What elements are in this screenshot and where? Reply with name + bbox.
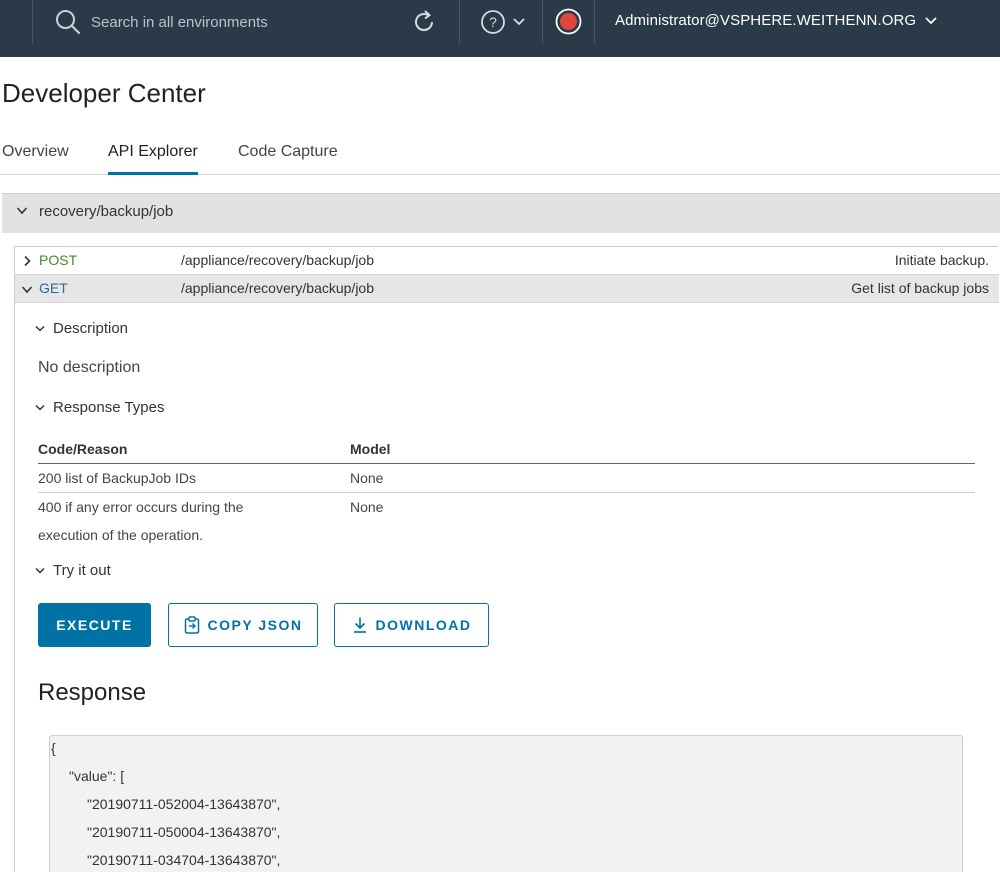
endpoint-path: /appliance/recovery/backup/job — [181, 280, 375, 296]
chevron-down-icon — [35, 404, 45, 411]
description-heading: Description — [53, 320, 129, 337]
search-input[interactable]: Search in all environments — [91, 14, 268, 31]
tab-code-capture[interactable]: Code Capture — [238, 143, 338, 175]
endpoint-path: /appliance/recovery/backup/job — [181, 252, 375, 268]
try-it-out-heading: Try it out — [53, 562, 111, 579]
chevron-down-icon — [925, 16, 937, 24]
json-line: { — [51, 740, 56, 756]
download-button[interactable]: DOWNLOAD — [334, 603, 489, 647]
top-bar: Search in all environments ? Administrat… — [0, 0, 1000, 57]
execute-label: EXECUTE — [56, 617, 133, 633]
global-search[interactable]: Search in all environments — [55, 9, 268, 35]
endpoint-description: Get list of backup jobs — [851, 280, 989, 296]
header-divider — [542, 0, 543, 44]
svg-text:?: ? — [489, 14, 497, 30]
chevron-down-icon — [513, 18, 525, 26]
code-reason: 400 if any error occurs during the execu… — [38, 492, 350, 549]
code-reason-line: 400 if any error occurs during the — [38, 498, 244, 515]
column-header: Code/Reason — [38, 435, 350, 464]
clipboard-icon — [184, 616, 199, 634]
endpoint-panel: POST /appliance/recovery/backup/job Init… — [14, 246, 999, 872]
api-section-header[interactable]: recovery/backup/job — [2, 193, 1000, 233]
model: None — [350, 463, 975, 493]
http-method: GET — [39, 280, 68, 296]
json-line: "20190711-050004-13643870", — [87, 824, 281, 840]
user-name: Administrator@VSPHERE.WEITHENN.ORG — [615, 12, 917, 29]
try-it-out-toggle[interactable]: Try it out — [35, 562, 111, 579]
help-menu[interactable]: ? — [480, 9, 526, 35]
json-line: "20190711-034704-13643870", — [87, 852, 281, 868]
copy-json-label: COPY JSON — [207, 617, 303, 633]
record-icon[interactable] — [555, 8, 582, 35]
endpoint-description: Initiate backup. — [894, 252, 989, 268]
download-label: DOWNLOAD — [375, 617, 472, 633]
table-row: 200 list of BackupJob IDs None — [38, 463, 975, 493]
response-types-heading: Response Types — [53, 399, 165, 416]
tab-bar: Overview API Explorer Code Capture — [0, 141, 1000, 175]
json-line: "value": [ — [69, 768, 125, 784]
section-label: recovery/backup/job — [39, 203, 174, 220]
refresh-icon[interactable] — [410, 8, 438, 36]
response-json[interactable]: { "value": [ "20190711-052004-13643870",… — [49, 735, 963, 872]
user-menu[interactable]: Administrator@VSPHERE.WEITHENN.ORG — [615, 12, 938, 29]
chevron-down-icon — [16, 207, 28, 215]
page-title: Developer Center — [2, 78, 206, 108]
response-title: Response — [38, 679, 147, 706]
header-divider — [459, 0, 460, 44]
chevron-down-icon — [35, 567, 45, 574]
tab-overview[interactable]: Overview — [2, 143, 69, 175]
http-method: POST — [39, 252, 78, 268]
response-types-table: Code/Reason Model 200 list of BackupJob … — [38, 435, 975, 549]
code-reason: 200 list of BackupJob IDs — [38, 463, 350, 493]
chevron-down-icon — [21, 286, 33, 294]
execute-button[interactable]: EXECUTE — [38, 603, 151, 647]
header-divider — [32, 0, 33, 44]
code-reason-line: execution of the operation. — [38, 526, 204, 543]
description-text: No description — [38, 359, 141, 376]
copy-json-button[interactable]: COPY JSON — [168, 603, 318, 647]
endpoint-row-post[interactable]: POST /appliance/recovery/backup/job Init… — [15, 247, 999, 275]
chevron-right-icon — [24, 255, 31, 267]
endpoint-row-get[interactable]: GET /appliance/recovery/backup/job Get l… — [15, 275, 999, 303]
json-line: "20190711-052004-13643870", — [87, 796, 281, 812]
header-divider — [594, 0, 595, 44]
table-row: 400 if any error occurs during the execu… — [38, 492, 975, 549]
response-types-toggle[interactable]: Response Types — [35, 399, 164, 416]
search-icon — [56, 10, 81, 35]
help-icon: ? — [481, 10, 505, 34]
description-toggle[interactable]: Description — [35, 320, 128, 337]
column-header: Model — [350, 435, 975, 464]
download-icon — [353, 617, 366, 633]
chevron-down-icon — [35, 325, 45, 332]
tab-api-explorer[interactable]: API Explorer — [108, 143, 198, 175]
model: None — [350, 498, 384, 515]
